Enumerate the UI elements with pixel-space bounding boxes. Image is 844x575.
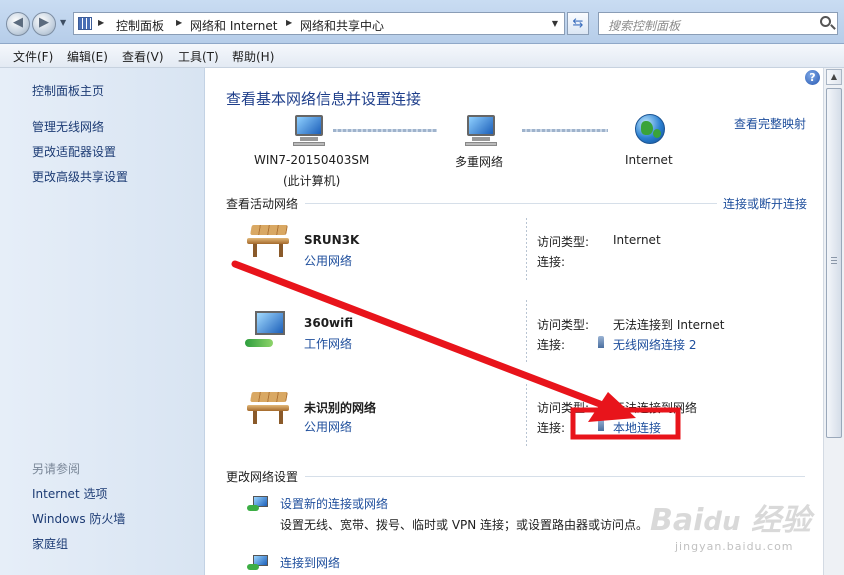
- access-type-value: Internet: [613, 233, 661, 247]
- menu-edit[interactable]: 编辑(E): [67, 48, 108, 65]
- back-button[interactable]: ◀: [6, 12, 30, 36]
- advanced-sharing-link[interactable]: 更改高级共享设置: [32, 168, 128, 185]
- setup-new-connection-desc: 设置无线、宽带、拨号、临时或 VPN 连接；或设置路由器或访问点。: [280, 518, 649, 532]
- scroll-thumb[interactable]: [826, 88, 842, 438]
- public-network-bench-icon[interactable]: [245, 390, 291, 426]
- breadcrumb-control-panel[interactable]: 控制面板: [116, 17, 164, 34]
- breadcrumb-separator-icon[interactable]: ▶: [176, 18, 182, 27]
- setup-new-connection-link[interactable]: 设置新的连接或网络: [280, 495, 388, 512]
- network-name: 未识别的网络: [304, 401, 377, 415]
- homegroup-link[interactable]: 家庭组: [32, 535, 68, 552]
- map-connection-line: [333, 129, 437, 132]
- address-dropdown-icon[interactable]: ▼: [552, 19, 558, 28]
- search-icon[interactable]: [820, 16, 831, 27]
- connection-label: 连接:: [537, 338, 566, 352]
- vertical-scrollbar[interactable]: ▲: [823, 68, 844, 575]
- map-connection-line: [522, 129, 608, 132]
- wireless-connection-icon: [598, 336, 604, 348]
- refresh-icon: ⇆: [572, 16, 584, 31]
- address-bar[interactable]: ▶ 控制面板 ▶ 网络和 Internet ▶ 网络和共享中心 ▼: [73, 12, 565, 35]
- public-network-bench-icon[interactable]: [245, 223, 291, 259]
- scroll-grip-icon: [831, 257, 837, 264]
- section-divider: [305, 203, 717, 204]
- help-icon[interactable]: ?: [805, 70, 820, 85]
- breadcrumb-network-internet[interactable]: 网络和 Internet: [190, 17, 277, 34]
- computer-name-label: WIN7-20150403SM: [254, 153, 370, 167]
- multiple-networks-label: 多重网络: [455, 155, 504, 169]
- section-divider: [305, 476, 805, 477]
- connection-label: 连接:: [537, 255, 566, 269]
- menu-file[interactable]: 文件(F): [13, 48, 53, 65]
- computer-icon: [291, 115, 327, 147]
- watermark-url: jingyan.baidu.com: [675, 540, 794, 553]
- network-category-link[interactable]: 工作网络: [304, 335, 352, 352]
- network-name: SRUN3K: [304, 233, 360, 247]
- control-panel-icon: [78, 17, 92, 30]
- active-networks-heading: 查看活动网络: [226, 197, 299, 211]
- back-arrow-icon: ◀: [13, 15, 23, 30]
- forward-button[interactable]: ▶: [32, 12, 56, 36]
- manage-wireless-link[interactable]: 管理无线网络: [32, 118, 104, 135]
- connect-disconnect-link[interactable]: 连接或断开连接: [723, 195, 807, 212]
- change-adapter-link[interactable]: 更改适配器设置: [32, 143, 116, 160]
- network-category-link[interactable]: 公用网络: [304, 252, 352, 269]
- network-name: 360wifi: [304, 316, 354, 330]
- column-divider: [526, 300, 527, 362]
- connect-to-network-link[interactable]: 连接到网络: [280, 554, 340, 571]
- column-divider: [526, 218, 527, 280]
- menu-bar: 文件(F) 编辑(E) 查看(V) 工具(T) 帮助(H): [0, 44, 844, 68]
- access-type-label: 访问类型:: [537, 318, 590, 332]
- local-connection-link[interactable]: 本地连接: [613, 419, 661, 436]
- search-input[interactable]: 搜索控制面板: [608, 17, 680, 34]
- this-computer-label: (此计算机): [283, 174, 341, 188]
- page-title: 查看基本网络信息并设置连接: [226, 90, 422, 108]
- refresh-button[interactable]: ⇆: [567, 12, 589, 35]
- search-box[interactable]: 搜索控制面板: [598, 12, 838, 35]
- internet-globe-icon: [635, 114, 665, 144]
- see-also-heading: 另请参阅: [32, 462, 81, 476]
- wireless-connection-link[interactable]: 无线网络连接 2: [613, 336, 696, 353]
- breadcrumb-network-sharing-center[interactable]: 网络和共享中心: [300, 17, 384, 34]
- change-settings-heading: 更改网络设置: [226, 470, 299, 484]
- new-connection-icon: [247, 494, 269, 514]
- breadcrumb-separator-icon[interactable]: ▶: [286, 18, 292, 27]
- network-category-link[interactable]: 公用网络: [304, 418, 352, 435]
- scroll-up-icon[interactable]: ▲: [826, 69, 842, 85]
- address-toolbar: ◀ ▶ ▼ ▶ 控制面板 ▶ 网络和 Internet ▶ 网络和共享中心 ▼ …: [0, 0, 844, 44]
- view-full-map-link[interactable]: 查看完整映射: [734, 115, 806, 132]
- internet-label: Internet: [625, 153, 673, 167]
- access-type-value: 无法连接到 Internet: [613, 318, 725, 332]
- menu-help[interactable]: 帮助(H): [232, 48, 274, 65]
- baidu-logo-watermark: Baidu 经验: [650, 503, 811, 538]
- forward-arrow-icon: ▶: [39, 15, 49, 30]
- windows-firewall-link[interactable]: Windows 防火墙: [32, 510, 125, 527]
- left-task-pane: 控制面板主页 管理无线网络 更改适配器设置 更改高级共享设置 另请参阅 Inte…: [0, 68, 205, 575]
- recent-pages-dropdown-icon[interactable]: ▼: [60, 18, 66, 27]
- access-type-value: 无法连接到网络: [613, 401, 698, 415]
- column-divider: [526, 384, 527, 446]
- connection-label: 连接:: [537, 421, 566, 435]
- local-connection-icon: [598, 419, 604, 431]
- connect-network-icon: [247, 553, 269, 573]
- internet-options-link[interactable]: Internet 选项: [32, 485, 107, 502]
- work-network-icon[interactable]: [245, 311, 291, 351]
- access-type-label: 访问类型:: [537, 401, 590, 415]
- menu-tools[interactable]: 工具(T): [178, 48, 219, 65]
- access-type-label: 访问类型:: [537, 235, 590, 249]
- breadcrumb-separator-icon[interactable]: ▶: [98, 18, 104, 27]
- menu-view[interactable]: 查看(V): [122, 48, 164, 65]
- control-panel-home-link[interactable]: 控制面板主页: [32, 82, 104, 99]
- multiple-networks-icon: [463, 115, 499, 147]
